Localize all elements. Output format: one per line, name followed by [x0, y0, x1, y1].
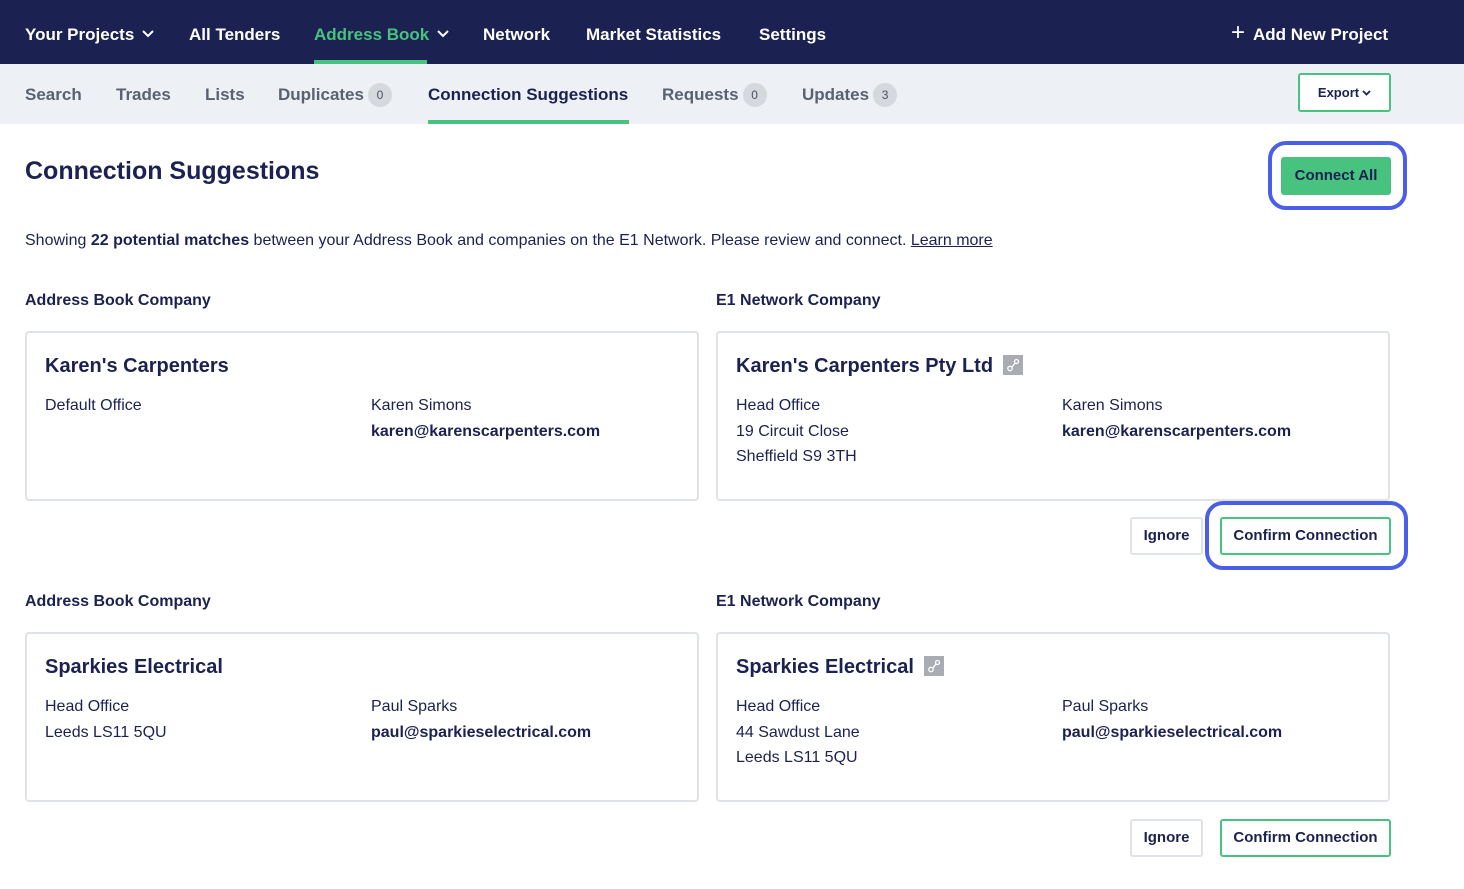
- nav-market-statistics[interactable]: Market Statistics: [586, 0, 721, 64]
- nav-settings[interactable]: Settings: [759, 0, 826, 64]
- contact-details: Karen Simons karen@karenscarpenters.com: [371, 393, 600, 444]
- contact-details: Paul Sparks paul@sparkieselectrical.com: [1062, 694, 1282, 745]
- connect-all-button[interactable]: Connect All: [1281, 157, 1391, 195]
- nav-network[interactable]: Network: [483, 0, 550, 64]
- tab-updates[interactable]: Updates 3: [802, 64, 898, 124]
- updates-count-badge: 3: [873, 82, 898, 107]
- company-name: Karen's Carpenters Pty Ltd: [736, 354, 1024, 378]
- top-navigation: Your Projects All Tenders Address Book N…: [0, 0, 1464, 64]
- duplicates-count-badge: 0: [367, 82, 392, 107]
- ignore-button[interactable]: Ignore: [1130, 517, 1203, 555]
- confirm-connection-button[interactable]: Confirm Connection: [1220, 819, 1391, 857]
- ignore-button[interactable]: Ignore: [1130, 819, 1203, 857]
- contact-email: paul@sparkieselectrical.com: [371, 723, 592, 741]
- export-label: Export: [1317, 85, 1360, 100]
- tab-connection-suggestions[interactable]: Connection Suggestions: [428, 64, 628, 124]
- e1-network-company-label: E1 Network Company: [716, 593, 881, 610]
- contact-name: Karen Simons: [1062, 397, 1163, 414]
- chevron-down-icon: [142, 0, 154, 68]
- nav-address-book-label: Address Book: [314, 25, 430, 44]
- e1-network-company-card: Karen's Carpenters Pty Ltd Head Office 1…: [716, 331, 1390, 501]
- summary-prefix: Showing: [25, 232, 91, 249]
- contact-email: karen@karenscarpenters.com: [1062, 422, 1292, 440]
- active-tab-underline: [428, 120, 629, 124]
- contact-details: Karen Simons karen@karenscarpenters.com: [1062, 393, 1291, 444]
- office-details: Head Office Leeds LS11 5QU: [45, 694, 167, 745]
- tab-requests[interactable]: Requests 0: [662, 64, 767, 124]
- office-name: Head Office: [736, 397, 821, 414]
- confirm-connection-button[interactable]: Confirm Connection: [1220, 517, 1391, 555]
- address-line: Leeds LS11 5QU: [736, 749, 858, 766]
- office-details: Head Office 19 Circuit Close Sheffield S…: [736, 393, 857, 470]
- chevron-down-icon: [437, 0, 449, 68]
- summary-suffix: between your Address Book and companies …: [249, 232, 911, 249]
- company-name: Sparkies Electrical: [736, 655, 944, 679]
- page-title: Connection Suggestions: [25, 157, 320, 185]
- company-name-text: Sparkies Electrical: [736, 656, 914, 678]
- network-profile-icon[interactable]: [1003, 354, 1024, 375]
- address-line: 19 Circuit Close: [736, 422, 849, 440]
- nav-your-projects[interactable]: Your Projects: [25, 0, 154, 64]
- tab-search[interactable]: Search: [25, 64, 82, 124]
- nav-address-book[interactable]: Address Book: [314, 0, 449, 64]
- address-line: Sheffield S9 3TH: [736, 448, 857, 465]
- contact-email: paul@sparkieselectrical.com: [1062, 723, 1283, 741]
- network-profile-icon[interactable]: [923, 655, 944, 676]
- contact-details: Paul Sparks paul@sparkieselectrical.com: [371, 694, 591, 745]
- office-name: Head Office: [45, 698, 130, 715]
- address-line: Leeds LS11 5QU: [45, 723, 167, 741]
- add-new-project-label: Add New Project: [1253, 25, 1389, 44]
- nav-all-tenders[interactable]: All Tenders: [189, 0, 280, 64]
- chevron-down-icon: [1362, 74, 1371, 109]
- tab-duplicates[interactable]: Duplicates 0: [278, 64, 392, 124]
- company-name-text: Karen's Carpenters Pty Ltd: [736, 355, 994, 377]
- requests-count-badge: 0: [742, 82, 767, 107]
- address-book-subnav: Search Trades Lists Duplicates 0 Connecti…: [0, 64, 1464, 124]
- tab-trades[interactable]: Trades: [116, 64, 171, 124]
- summary-count: 22 potential matches: [90, 232, 250, 249]
- contact-email: karen@karenscarpenters.com: [371, 422, 601, 440]
- tab-duplicates-label: Duplicates: [278, 85, 364, 104]
- company-name: Sparkies Electrical: [45, 656, 223, 678]
- contact-name: Paul Sparks: [371, 698, 458, 715]
- office-name: Head Office: [736, 698, 821, 715]
- office-details: Head Office 44 Sawdust Lane Leeds LS11 5…: [736, 694, 860, 771]
- address-book-company-card: Karen's Carpenters Default Office Karen …: [25, 331, 699, 501]
- nav-your-projects-label: Your Projects: [25, 25, 135, 44]
- e1-network-company-card: Sparkies Electrical Head Office 44 Sawdu…: [716, 632, 1390, 802]
- export-button[interactable]: Export: [1298, 73, 1391, 112]
- tab-requests-label: Requests: [662, 85, 739, 104]
- address-book-company-card: Sparkies Electrical Head Office Leeds LS…: [25, 632, 699, 802]
- address-book-company-label: Address Book Company: [25, 593, 211, 610]
- add-new-project-button[interactable]: + Add New Project: [1231, 0, 1388, 64]
- plus-icon: +: [1231, 18, 1246, 46]
- office-details: Default Office: [45, 393, 142, 419]
- contact-name: Karen Simons: [371, 397, 472, 414]
- company-name: Karen's Carpenters: [45, 355, 229, 377]
- tab-updates-label: Updates: [802, 85, 870, 104]
- tab-lists[interactable]: Lists: [205, 64, 245, 124]
- office-name: Default Office: [45, 397, 142, 414]
- address-book-company-label: Address Book Company: [25, 292, 211, 309]
- e1-network-company-label: E1 Network Company: [716, 292, 881, 309]
- address-line: 44 Sawdust Lane: [736, 723, 860, 741]
- learn-more-link[interactable]: Learn more: [911, 232, 993, 249]
- contact-name: Paul Sparks: [1062, 698, 1149, 715]
- summary-text: Showing 22 potential matches between you…: [25, 232, 993, 250]
